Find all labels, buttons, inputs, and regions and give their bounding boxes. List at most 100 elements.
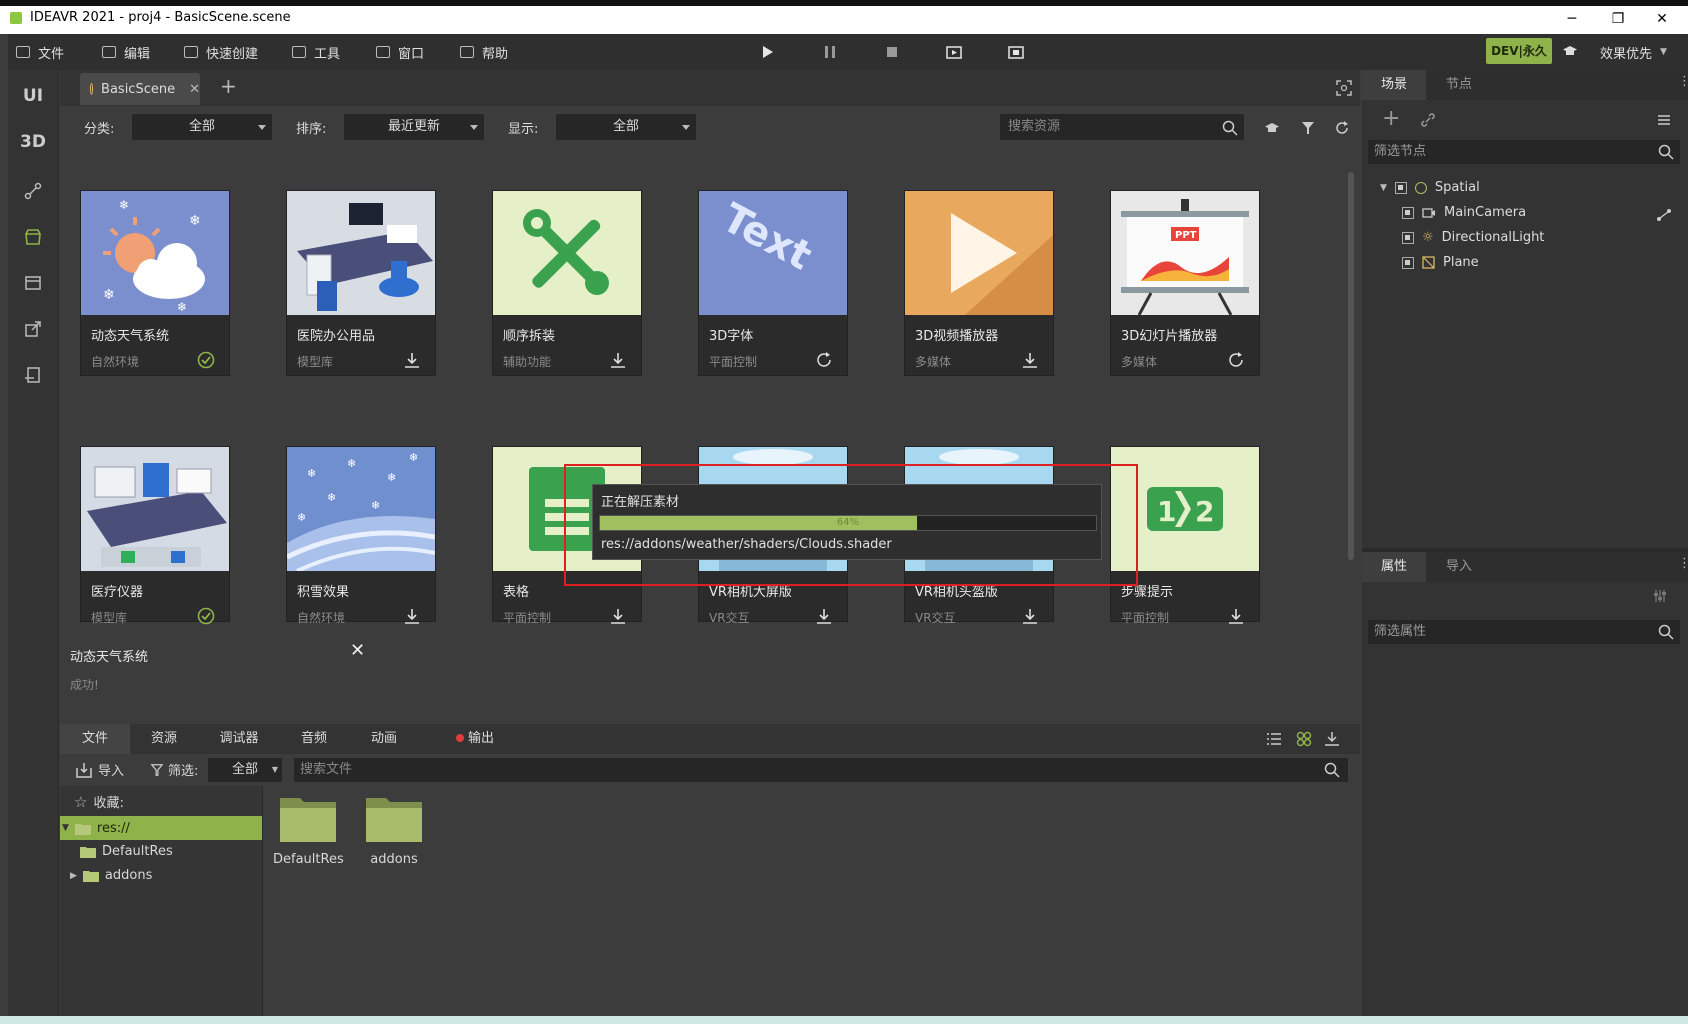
settings-panel-icon[interactable] [24, 274, 42, 292]
asset-card-step-hints[interactable]: 12 步骤提示 平面控制 [1110, 446, 1260, 625]
play-icon[interactable] [760, 44, 776, 60]
tab-basic-scene[interactable]: BasicScene ✕ [80, 73, 200, 105]
dock-download-icon[interactable] [1324, 731, 1340, 747]
publish-icon[interactable] [24, 366, 42, 384]
asset-search-input[interactable]: 搜索资源 [1000, 114, 1244, 140]
menu-edit[interactable]: 编辑 [102, 42, 150, 62]
search-icon[interactable] [1658, 624, 1674, 640]
link-icon[interactable] [1420, 112, 1436, 128]
file-filter-select[interactable]: 全部 ▼ [208, 758, 282, 782]
asset-card-snow-effect[interactable]: ❄ ❄ ❄ ❄ ❄ ❄ ❄ 积雪效果 自然环境 [286, 446, 436, 625]
ui-mode-button[interactable]: UI [8, 86, 58, 106]
tree-item-res[interactable]: ▼ res:// [60, 816, 262, 840]
3d-mode-button[interactable]: 3D [8, 132, 58, 152]
more-options-icon[interactable]: ⋮ [1678, 74, 1688, 89]
download-icon[interactable] [815, 607, 833, 625]
asset-store-icon[interactable] [24, 228, 42, 246]
close-window-button[interactable]: ✕ [1642, 8, 1682, 30]
tab-import[interactable]: 导入 [1426, 552, 1492, 582]
download-icon[interactable] [1021, 351, 1039, 369]
more-options-icon[interactable]: ⋮ [1678, 556, 1688, 571]
node-graph-icon[interactable] [24, 182, 42, 200]
download-icon[interactable] [609, 351, 627, 369]
tab-animation[interactable]: 动画 [348, 724, 420, 754]
filter-icon[interactable] [1300, 120, 1316, 136]
add-tab-button[interactable]: + [220, 74, 237, 98]
menu-icon[interactable] [1656, 112, 1672, 128]
asset-card-sequence-assembly[interactable]: 顺序拆装 辅助功能 [492, 190, 642, 376]
fullscreen-icon[interactable] [1336, 80, 1352, 96]
graduation-cap-icon[interactable] [1562, 43, 1578, 59]
add-node-icon[interactable]: + [1382, 106, 1400, 131]
menu-quick-create[interactable]: 快速创建 [184, 42, 258, 62]
asset-card-hospital-office[interactable]: 医院办公用品 模型库 [286, 190, 436, 376]
tab-files[interactable]: 文件 [60, 724, 130, 754]
list-view-icon[interactable] [1266, 731, 1282, 747]
download-icon[interactable] [609, 607, 627, 625]
menu-label: 快速创建 [206, 46, 259, 62]
asset-card-medical-devices[interactable]: 医疗仪器 模型库 [80, 446, 230, 625]
folder-defaultres[interactable]: DefaultRes [273, 792, 344, 867]
tab-audio[interactable]: 音频 [280, 724, 348, 754]
tab-properties[interactable]: 属性 [1362, 552, 1426, 582]
sort-select[interactable]: 最近更新 [344, 114, 484, 140]
notification-toast: 动态天气系统 ✕ 成功! [60, 634, 380, 704]
search-icon[interactable] [1324, 762, 1340, 778]
folder-addons[interactable]: addons [359, 792, 429, 867]
import-button[interactable]: 导入 [76, 760, 124, 779]
download-icon[interactable] [403, 351, 421, 369]
search-icon[interactable] [1658, 144, 1674, 160]
graduation-cap-icon[interactable] [1264, 120, 1280, 136]
quality-dropdown[interactable]: 效果优先 ▼ [1600, 42, 1667, 62]
asset-card-weather[interactable]: ❄ ❄ ❄ ❄ 动态天气系统 自然环境 [80, 190, 230, 376]
node-signal-icon[interactable] [1656, 208, 1672, 222]
download-icon[interactable] [1227, 607, 1245, 625]
export-icon[interactable] [24, 320, 42, 338]
visibility-checkbox[interactable] [1394, 181, 1407, 194]
visibility-checkbox[interactable] [1402, 256, 1414, 269]
close-tab-icon[interactable]: ✕ [189, 82, 200, 97]
menu-tools[interactable]: 工具 [292, 42, 340, 62]
tab-scene[interactable]: 场景 [1362, 70, 1426, 100]
maximize-button[interactable]: ❐ [1598, 8, 1638, 30]
filter-nodes-input[interactable]: 筛选节点 [1368, 140, 1680, 164]
expand-arrow-icon: ▼ [1380, 182, 1387, 193]
tab-nodes[interactable]: 节点 [1426, 70, 1492, 100]
download-icon[interactable] [1021, 607, 1039, 625]
update-icon[interactable] [815, 351, 833, 369]
play-scene-icon[interactable] [946, 44, 962, 60]
tree-node-main-camera[interactable]: MainCamera [1402, 205, 1526, 220]
menu-file[interactable]: 文件 [16, 42, 64, 62]
tree-item-addons[interactable]: ▶ addons [70, 868, 152, 883]
grid-view-icon[interactable] [1296, 731, 1312, 747]
search-icon[interactable] [1222, 120, 1238, 136]
refresh-icon[interactable] [1334, 120, 1350, 136]
tab-output[interactable]: 输出 [440, 724, 510, 754]
minimize-button[interactable]: ─ [1552, 8, 1592, 30]
asset-card-3d-video-player[interactable]: 3D视频播放器 多媒体 [904, 190, 1054, 376]
file-search-input[interactable]: 搜索文件 [294, 758, 1348, 782]
category-select[interactable]: 全部 [132, 114, 272, 140]
play-custom-scene-icon[interactable] [1008, 44, 1024, 60]
tree-item-defaultres[interactable]: DefaultRes [80, 844, 173, 859]
menu-help[interactable]: 帮助 [460, 42, 508, 62]
display-select[interactable]: 全部 [556, 114, 696, 140]
grid-scrollbar[interactable] [1348, 172, 1354, 560]
tree-node-spatial[interactable]: ▼ Spatial [1380, 180, 1480, 195]
menu-window[interactable]: 窗口 [376, 42, 424, 62]
asset-card-3d-slideshow[interactable]: PPT 3D幻灯片播放器 多媒体 [1110, 190, 1260, 376]
tab-debugger[interactable]: 调试器 [198, 724, 280, 754]
download-icon[interactable] [403, 607, 421, 625]
pause-icon[interactable] [822, 44, 838, 60]
property-settings-icon[interactable] [1652, 588, 1668, 604]
visibility-checkbox[interactable] [1402, 206, 1414, 219]
tree-node-plane[interactable]: Plane [1402, 255, 1479, 270]
update-icon[interactable] [1227, 351, 1245, 369]
filter-properties-input[interactable]: 筛选属性 [1368, 620, 1680, 644]
notification-close-icon[interactable]: ✕ [350, 640, 365, 661]
tree-node-directional-light[interactable]: ☼ DirectionalLight [1402, 230, 1544, 245]
stop-icon[interactable] [884, 44, 900, 60]
visibility-checkbox[interactable] [1402, 231, 1414, 244]
asset-card-3d-text[interactable]: Text 3D字体 平面控制 [698, 190, 848, 376]
tab-resources[interactable]: 资源 [130, 724, 198, 754]
